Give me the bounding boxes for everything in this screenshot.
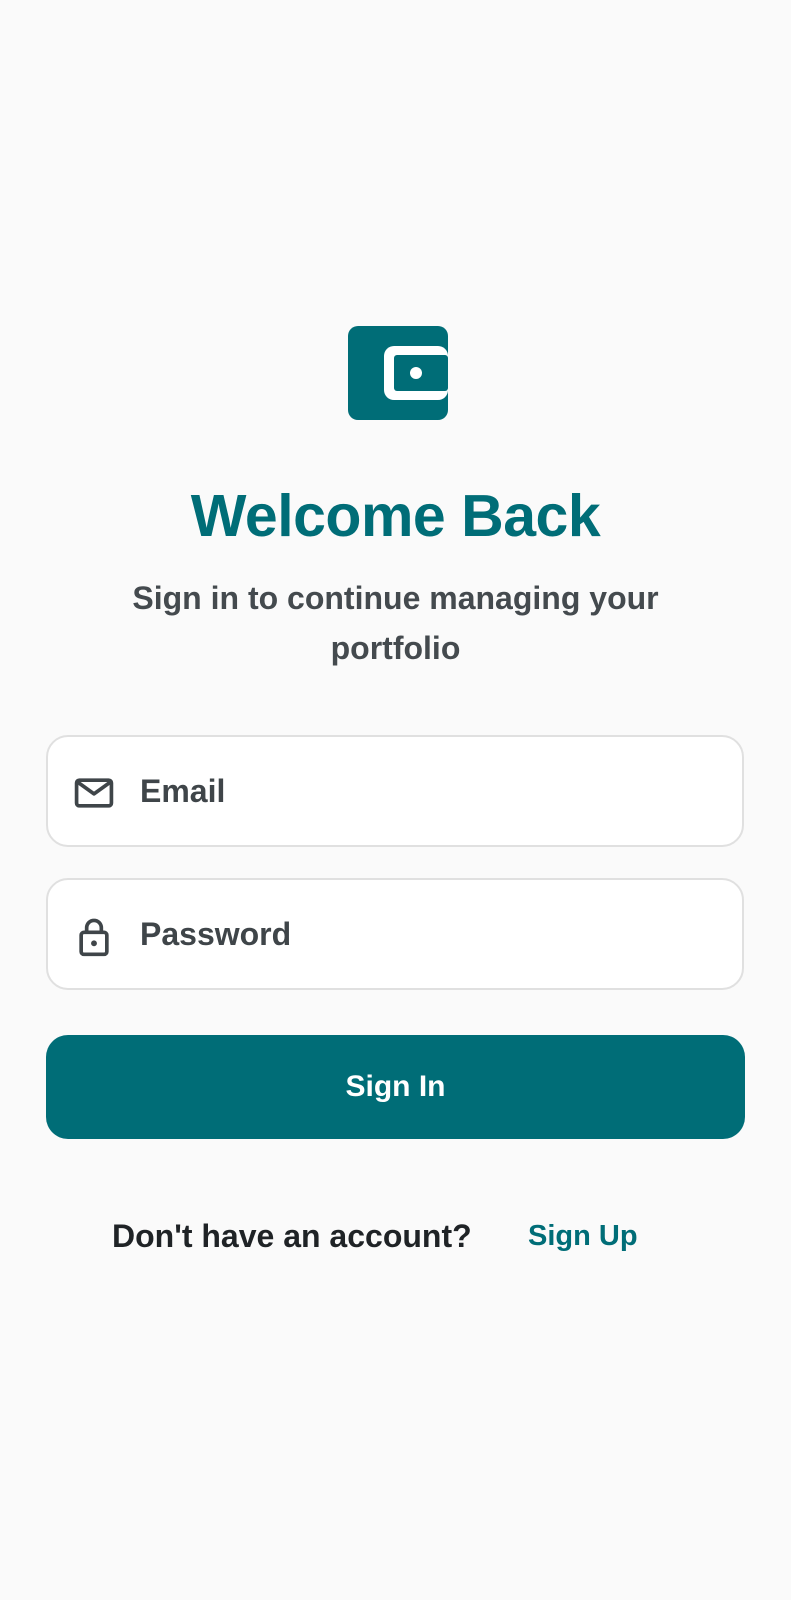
- page-subtitle: Sign in to continue managing your portfo…: [132, 580, 659, 666]
- email-input[interactable]: [140, 737, 722, 845]
- email-field[interactable]: [46, 735, 744, 847]
- password-input[interactable]: [140, 880, 722, 988]
- page-title: Welcome Back: [190, 483, 601, 549]
- signup-prompt: Don't have an account?: [112, 1218, 472, 1254]
- sign-up-link[interactable]: Sign Up: [528, 1214, 638, 1258]
- sign-in-button[interactable]: Sign In: [46, 1035, 745, 1139]
- mail-icon: [72, 771, 116, 815]
- lock-icon: [72, 914, 116, 958]
- wallet-icon: [348, 326, 448, 420]
- password-field[interactable]: [46, 878, 744, 990]
